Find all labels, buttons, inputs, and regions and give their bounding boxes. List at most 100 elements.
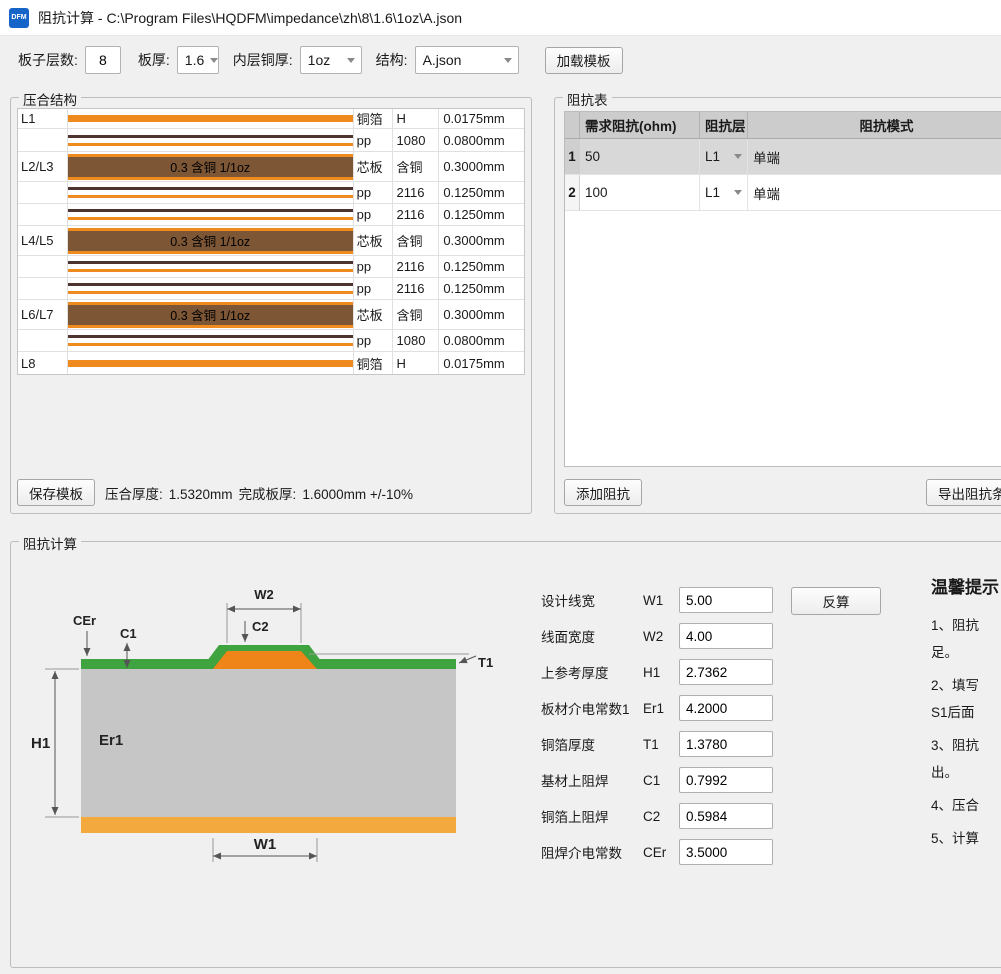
impedance-value-cell[interactable]: 100 — [580, 175, 700, 210]
stackup-row-pp[interactable]: pp 2116 0.1250mm — [18, 256, 524, 278]
material-spec: 2116 — [393, 204, 440, 225]
c1-label: C1 — [120, 626, 137, 641]
tip-line: 1、阻抗 — [931, 612, 1001, 639]
calc-panel-title: 阻抗计算 — [19, 533, 81, 553]
board-thickness-select[interactable]: 1.6 — [177, 46, 219, 74]
tip-line: 4、压合 — [931, 792, 1001, 819]
save-template-button[interactable]: 保存模板 — [17, 479, 95, 506]
material-type: pp — [354, 182, 393, 203]
cross-section-diagram: W2 C2 CEr C1 T1 H1 Er1 W1 — [21, 557, 531, 877]
material-type: 铜箔 — [354, 109, 393, 128]
impedance-table-panel: 阻抗表 需求阻抗(ohm) 阻抗层 阻抗模式 1 50 L1 单端 2 100 … — [554, 97, 1001, 514]
material-type: pp — [354, 204, 393, 225]
layer-select[interactable]: L1 — [700, 139, 748, 174]
header-impedance: 需求阻抗(ohm) — [580, 112, 700, 138]
row-number: 1 — [565, 139, 580, 174]
layer-name: L4/L5 — [18, 226, 68, 255]
stackup-row-l8[interactable]: L8 铜箔 H 0.0175mm — [18, 352, 524, 374]
material-type: 芯板 — [354, 152, 393, 181]
window-title: 阻抗计算 - C:\Program Files\HQDFM\impedance\… — [38, 8, 462, 28]
mode-select[interactable]: 单端 — [748, 139, 1001, 174]
layer-name — [18, 204, 68, 225]
board-layers-input[interactable] — [85, 46, 121, 74]
tips-title: 温馨提示 — [931, 573, 1001, 598]
core-bar: 0.3 含铜 1/1oz — [68, 154, 353, 180]
field-label: 板材介电常数1 — [541, 698, 643, 718]
inner-copper-select[interactable]: 1oz — [300, 46, 362, 74]
dielectric-constant-input[interactable] — [679, 695, 773, 721]
impedance-value-cell[interactable]: 50 — [580, 139, 700, 174]
material-type: 铜箔 — [354, 352, 393, 374]
stackup-table: L1 铜箔 H 0.0175mm pp 1080 0.0800mm L2/L3 … — [17, 108, 525, 375]
copper-thickness-input[interactable] — [679, 731, 773, 757]
er1-label: Er1 — [99, 732, 123, 749]
material-spec: H — [393, 352, 440, 374]
layer-name — [18, 278, 68, 299]
layer-name: L2/L3 — [18, 152, 68, 181]
field-label: 设计线宽 — [541, 590, 643, 610]
mask-on-substrate-input[interactable] — [679, 767, 773, 793]
tip-line: S1后面 — [931, 699, 1001, 726]
mask-dielectric-input[interactable] — [679, 839, 773, 865]
impedance-row[interactable]: 2 100 L1 单端 — [565, 175, 1001, 211]
layer-thickness: 0.1250mm — [439, 278, 524, 299]
reverse-calc-button[interactable]: 反算 — [791, 587, 881, 615]
mask-on-copper-input[interactable] — [679, 803, 773, 829]
w2-label: W2 — [254, 587, 274, 602]
load-template-button[interactable]: 加载模板 — [545, 47, 623, 74]
cer-label: CEr — [73, 613, 96, 628]
stackup-row-pp[interactable]: pp 2116 0.1250mm — [18, 204, 524, 226]
material-spec: 含铜 — [393, 300, 440, 329]
stackup-row-pp[interactable]: pp 2116 0.1250mm — [18, 182, 524, 204]
chevron-down-icon — [734, 154, 742, 159]
tip-line: 出。 — [931, 759, 1001, 786]
field-label: 铜箔厚度 — [541, 734, 643, 754]
toolbar: 板子层数: 板厚: 1.6 内层铜厚: 1oz 结构: A.json 加载模板 — [18, 46, 623, 74]
material-type: 芯板 — [354, 226, 393, 255]
layer-select[interactable]: L1 — [700, 175, 748, 210]
trace-shape — [213, 651, 317, 669]
layer-name — [18, 182, 68, 203]
calc-fields: 设计线宽 W1 线面宽度 W2 上参考厚度 H1 板材介电常数1 Er1 铜箔厚… — [541, 587, 773, 875]
layer-name — [18, 330, 68, 351]
prepreg-bar — [68, 261, 353, 272]
field-label: 线面宽度 — [541, 626, 643, 646]
row-number: 2 — [565, 175, 580, 210]
t1-label: T1 — [478, 655, 493, 670]
layer-thickness: 0.3000mm — [439, 152, 524, 181]
field-row: 铜箔上阻焊 C2 — [541, 803, 773, 829]
material-type: pp — [354, 129, 393, 151]
field-symbol: T1 — [643, 737, 679, 752]
material-spec: 含铜 — [393, 152, 440, 181]
layer-name — [18, 129, 68, 151]
material-spec: 含铜 — [393, 226, 440, 255]
substrate-shape — [81, 669, 456, 817]
stackup-row-l1[interactable]: L1 铜箔 H 0.0175mm — [18, 109, 524, 129]
mode-select-value: 单端 — [753, 147, 780, 167]
layer-thickness: 0.1250mm — [439, 256, 524, 277]
stackup-row-pp[interactable]: pp 2116 0.1250mm — [18, 278, 524, 300]
header-layer: 阻抗层 — [700, 112, 748, 138]
w1-label: W1 — [254, 836, 277, 853]
stackup-row-pp[interactable]: pp 1080 0.0800mm — [18, 129, 524, 152]
stackup-row-l4l5[interactable]: L4/L5 0.3 含铜 1/1oz 芯板 含铜 0.3000mm — [18, 226, 524, 256]
structure-value: A.json — [423, 52, 462, 68]
add-impedance-button[interactable]: 添加阻抗 — [564, 479, 642, 506]
stackup-row-l6l7[interactable]: L6/L7 0.3 含铜 1/1oz 芯板 含铜 0.3000mm — [18, 300, 524, 330]
chevron-down-icon — [210, 58, 218, 63]
structure-select[interactable]: A.json — [415, 46, 519, 74]
bottom-copper-shape — [81, 817, 456, 833]
field-row: 上参考厚度 H1 — [541, 659, 773, 685]
stackup-row-l2l3[interactable]: L2/L3 0.3 含铜 1/1oz 芯板 含铜 0.3000mm — [18, 152, 524, 182]
design-width-input[interactable] — [679, 587, 773, 613]
stackup-row-pp[interactable]: pp 1080 0.0800mm — [18, 330, 524, 352]
layer-thickness: 0.1250mm — [439, 204, 524, 225]
ref-height-input[interactable] — [679, 659, 773, 685]
impedance-row[interactable]: 1 50 L1 单端 — [565, 139, 1001, 175]
export-impedance-button[interactable]: 导出阻抗条参 — [926, 479, 1001, 506]
mode-select[interactable]: 单端 — [748, 175, 1001, 210]
copper-bar — [68, 115, 353, 122]
layer-thickness: 0.0800mm — [439, 129, 524, 151]
finished-thickness-label: 完成板厚: — [239, 487, 297, 502]
trace-top-width-input[interactable] — [679, 623, 773, 649]
